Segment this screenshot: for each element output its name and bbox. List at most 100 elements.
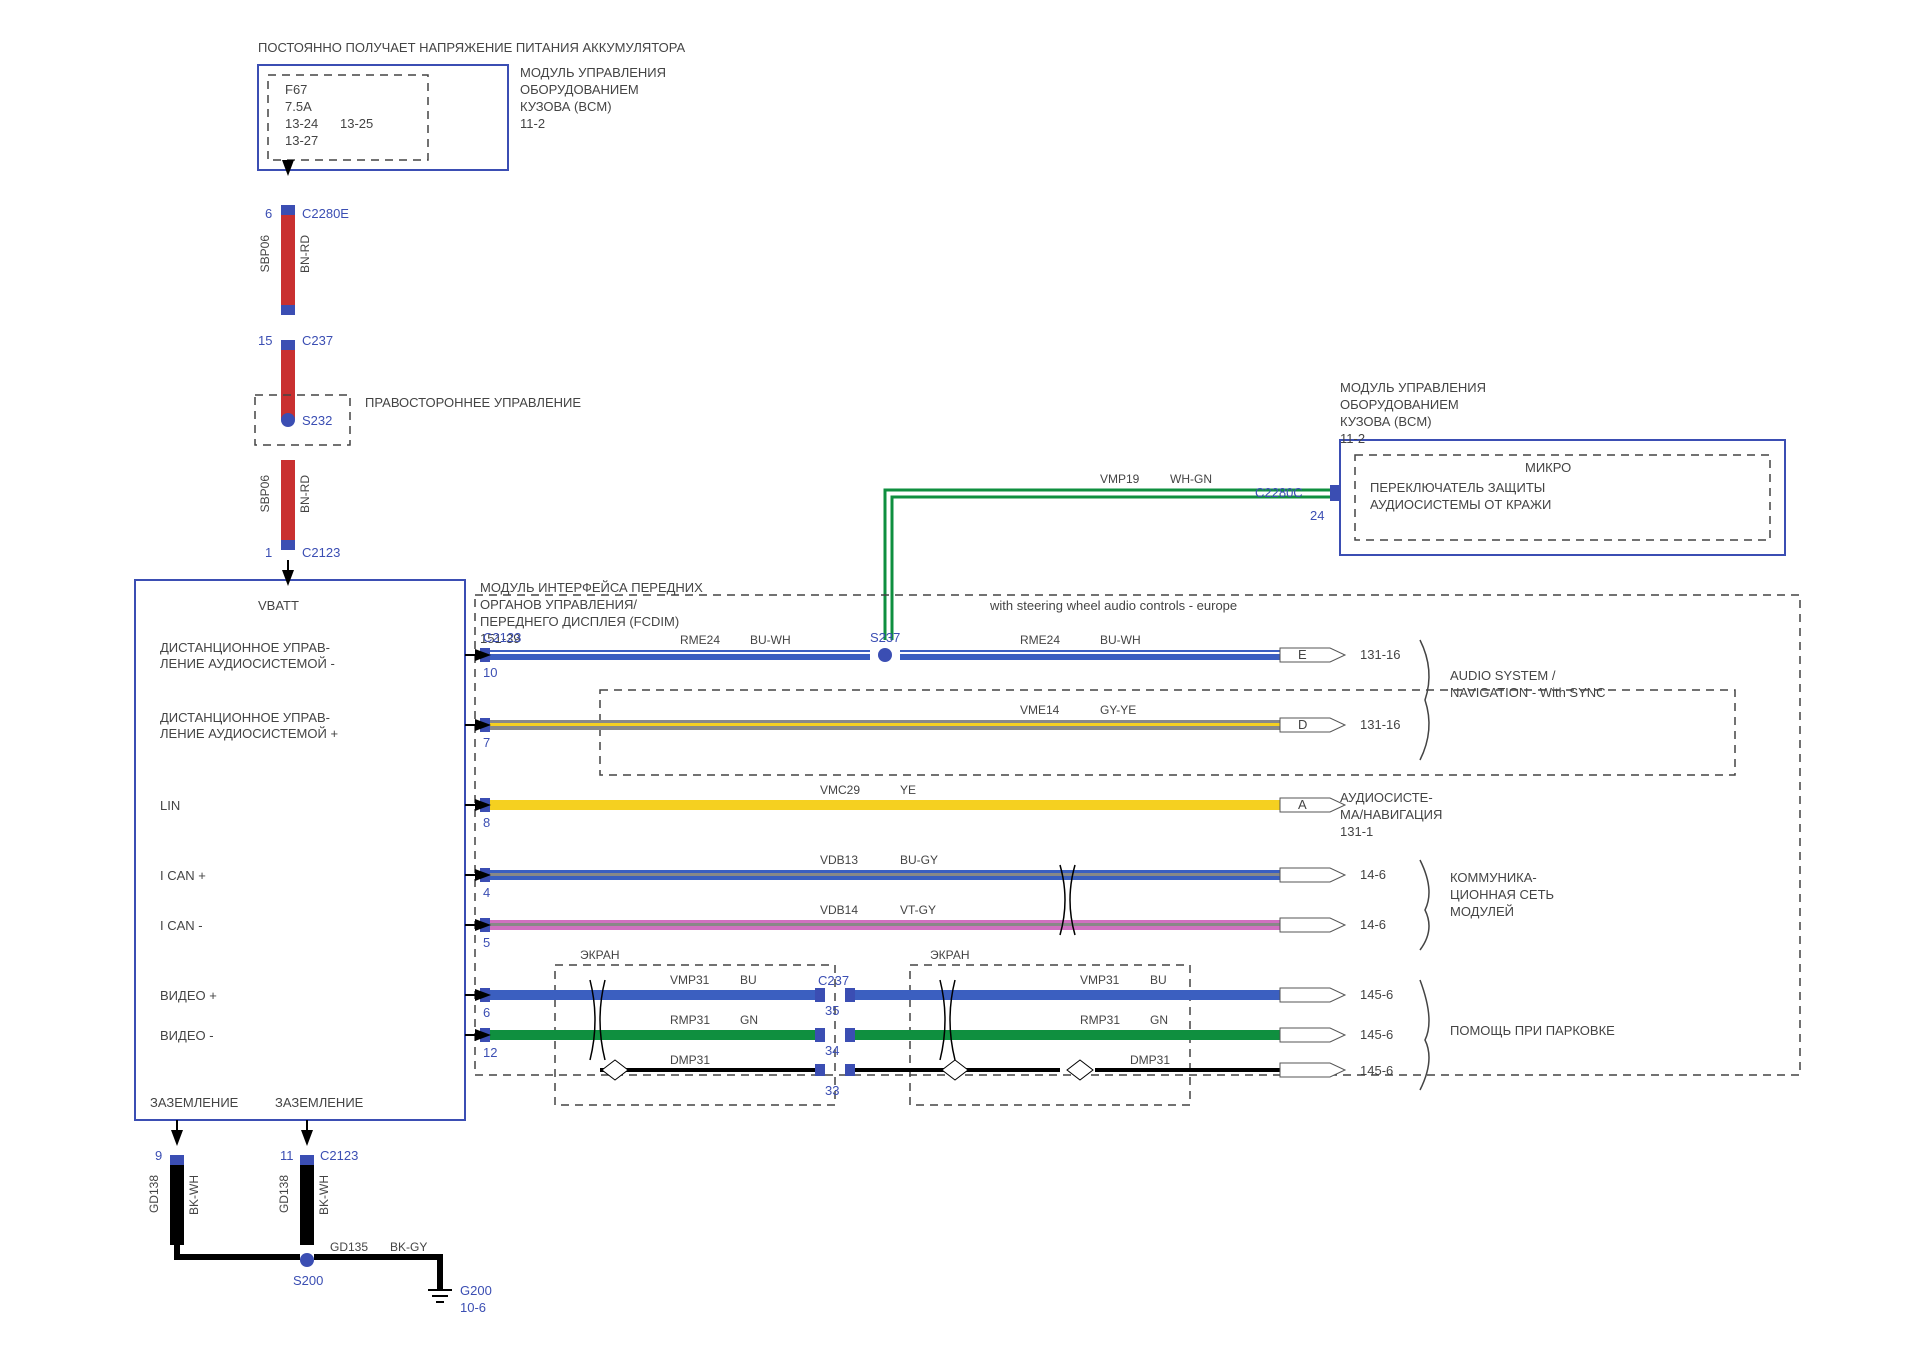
ground-g200: G200: [460, 1283, 492, 1298]
pin-12: 12: [483, 1045, 497, 1060]
dest-audio1: AUDIO SYSTEM /: [1450, 668, 1555, 683]
wire-rme24-a: RME24: [680, 633, 720, 647]
pin-9: 9: [155, 1148, 162, 1163]
title-top: ПОСТОЯННО ПОЛУЧАЕТ НАПРЯЖЕНИЕ ПИТАНИЯ АК…: [258, 40, 685, 55]
wire-rmp31-b: RMP31: [1080, 1013, 1120, 1027]
wire-bu-b: BU: [1150, 973, 1167, 987]
ground-g200-ref: 10-6: [460, 1300, 486, 1315]
pin-35: 35: [825, 1003, 839, 1018]
conn-c2280e: C2280E: [302, 206, 349, 221]
splice-s232: S232: [302, 413, 332, 428]
wire-bnrd-a: BN-RD: [298, 235, 312, 273]
wire-vmc29: VMC29: [820, 783, 860, 797]
fuse-ref1: 13-24: [285, 116, 318, 131]
pin-24: 24: [1310, 508, 1324, 523]
wire-ye: YE: [900, 783, 916, 797]
wire-gd138-b: GD138: [277, 1175, 291, 1213]
fuse-ref3: 13-27: [285, 133, 318, 148]
pin-6: 6: [265, 206, 272, 221]
splice-s237: S237: [870, 630, 900, 645]
wire-bkwh-b: BK-WH: [317, 1175, 331, 1215]
screen-a: ЭКРАН: [580, 948, 620, 962]
fcdim-title-l3: ПЕРЕДНЕГО ДИСПЛЕЯ (FCDIM): [480, 614, 679, 629]
ref-145-6c: 145-6: [1360, 1063, 1393, 1078]
wire-rmp31-a: RMP31: [670, 1013, 710, 1027]
pin-4: 4: [483, 885, 490, 900]
bcm-r-sw1: ПЕРЕКЛЮЧАТЕЛЬ ЗАЩИТЫ: [1370, 480, 1545, 495]
ref-d: D: [1298, 717, 1307, 732]
dest-audioru-ref: 131-1: [1340, 824, 1373, 839]
dest-comm3: МОДУЛЕЙ: [1450, 904, 1514, 919]
pin-15: 15: [258, 333, 272, 348]
wire-buwh-b: BU-WH: [1100, 633, 1141, 647]
wire-gd138-a: GD138: [147, 1175, 161, 1213]
wire-gyye: GY-YE: [1100, 703, 1136, 717]
ref-14-6a: 14-6: [1360, 867, 1386, 882]
pin-11: 11: [280, 1148, 294, 1163]
bcm-r-l1: МОДУЛЬ УПРАВЛЕНИЯ: [1340, 380, 1486, 395]
fcdim-gnd2: ЗАЗЕМЛЕНИЕ: [275, 1095, 363, 1110]
conn-c237b: C237: [818, 973, 849, 988]
wire-sbp06-b: SBP06: [258, 475, 272, 512]
conn-c2123b: C2123: [320, 1148, 358, 1163]
bcm-top-ref: 11-2: [520, 116, 545, 131]
bcm-top-l2: ОБОРУДОВАНИЕМ: [520, 82, 639, 97]
wire-vmp19: VMP19: [1100, 472, 1139, 486]
wire-whgn: WH-GN: [1170, 472, 1212, 486]
wire-bugy: BU-GY: [900, 853, 938, 867]
wire-vdb13: VDB13: [820, 853, 858, 867]
bcm-r-ref: 11-2: [1340, 431, 1365, 446]
wire-bkwh-a: BK-WH: [187, 1175, 201, 1215]
pin-7: 7: [483, 735, 490, 750]
ref-131-16b: 131-16: [1360, 717, 1400, 732]
wire-bu-a: BU: [740, 973, 757, 987]
fcdim-title-l1: МОДУЛЬ ИНТЕРФЕЙСА ПЕРЕДНИХ: [480, 580, 703, 595]
ref-a: A: [1298, 797, 1307, 812]
ref-145-6b: 145-6: [1360, 1027, 1393, 1042]
wire-vmp31-b: VMP31: [1080, 973, 1119, 987]
fcdim-gnd1: ЗАЗЕМЛЕНИЕ: [150, 1095, 238, 1110]
fcdim-lin: LIN: [160, 798, 180, 813]
splice-s200: S200: [293, 1273, 323, 1288]
dest-audioru2: МА/НАВИГАЦИЯ: [1340, 807, 1442, 822]
wire-bkgy: BK-GY: [390, 1240, 427, 1254]
fcdim-rp2: ЛЕНИЕ АУДИОСИСТЕМОЙ +: [160, 726, 338, 741]
bcm-r-micro: МИКРО: [1525, 460, 1571, 475]
fuse-ref2: 13-25: [340, 116, 373, 131]
pin-1: 1: [265, 545, 272, 560]
wire-bnrd-b: BN-RD: [298, 475, 312, 513]
dest-comm2: ЦИОННАЯ СЕТЬ: [1450, 887, 1554, 902]
fcdim-vbatt: VBATT: [258, 598, 299, 613]
pin-8: 8: [483, 815, 490, 830]
wire-dmp31-a: DMP31: [670, 1053, 710, 1067]
fuse-rating: 7.5A: [285, 99, 312, 114]
wire-gn-b: GN: [1150, 1013, 1168, 1027]
wire-vtgy: VT-GY: [900, 903, 936, 917]
dest-comm1: КОММУНИКА-: [1450, 870, 1537, 885]
dest-audioru1: АУДИОСИСТЕ-: [1340, 790, 1433, 805]
bcm-r-sw2: АУДИОСИСТЕМЫ ОТ КРАЖИ: [1370, 497, 1551, 512]
pin-6b: 6: [483, 1005, 490, 1020]
dest-park: ПОМОЩЬ ПРИ ПАРКОВКЕ: [1450, 1023, 1615, 1038]
fcdim-rm1: ДИСТАНЦИОННОЕ УПРАВ-: [160, 640, 330, 655]
conn-c237: C237: [302, 333, 333, 348]
screen-b: ЭКРАН: [930, 948, 970, 962]
fcdim-rm2: ЛЕНИЕ АУДИОСИСТЕМОЙ -: [160, 656, 335, 671]
pin-5: 5: [483, 935, 490, 950]
fuse-name: F67: [285, 82, 307, 97]
bcm-r-l3: КУЗОВА (BCM): [1340, 414, 1432, 429]
fcdim-icanp: I CAN +: [160, 868, 206, 883]
wire-gn-a: GN: [740, 1013, 758, 1027]
fcdim-vidn: ВИДЕО -: [160, 1028, 214, 1043]
bcm-r-l2: ОБОРУДОВАНИЕМ: [1340, 397, 1459, 412]
wire-gd135: GD135: [330, 1240, 368, 1254]
pin-33: 33: [825, 1083, 839, 1098]
pin-10: 10: [483, 665, 497, 680]
bcm-top-l3: КУЗОВА (BCM): [520, 99, 612, 114]
wire-buwh-a: BU-WH: [750, 633, 791, 647]
fcdim-rp1: ДИСТАНЦИОННОЕ УПРАВ-: [160, 710, 330, 725]
ref-e: E: [1298, 647, 1307, 662]
wire-vme14: VME14: [1020, 703, 1059, 717]
pin-34: 34: [825, 1043, 839, 1058]
opt-swc: with steering wheel audio controls - eur…: [990, 598, 1237, 613]
